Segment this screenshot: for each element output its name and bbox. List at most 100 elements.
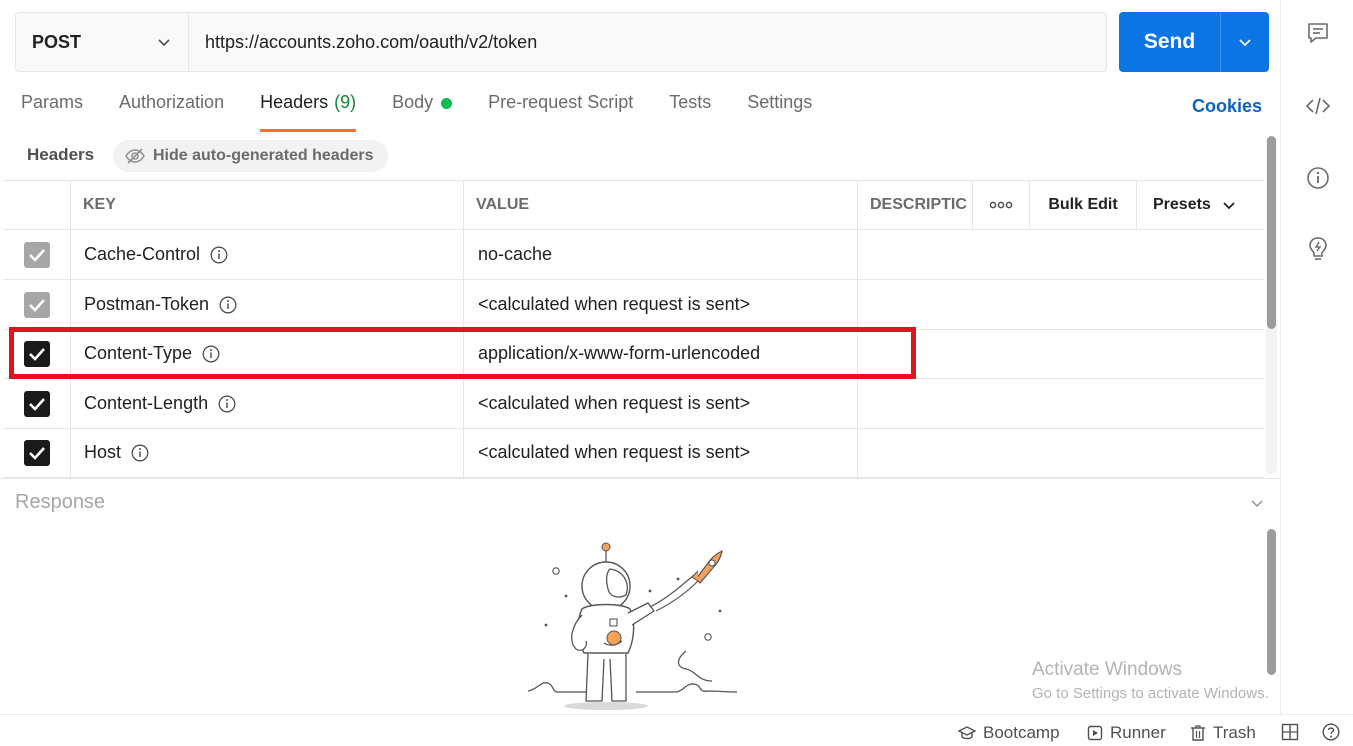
help-icon[interactable] (1322, 723, 1347, 741)
send-button-group: Send (1119, 12, 1269, 72)
tab-pre-request-script[interactable]: Pre-request Script (488, 92, 633, 132)
info-icon[interactable] (131, 444, 149, 462)
table-row: Postman-Token <calculated when request i… (3, 280, 1264, 330)
lightbulb-icon[interactable] (1305, 236, 1331, 262)
response-pane: Response Activate Windows Go to Settings… (0, 478, 1280, 714)
tab-label: Authorization (119, 92, 225, 112)
column-value: VALUE (464, 181, 858, 229)
column-description: DESCRIPTIC (858, 181, 973, 229)
cookies-link[interactable]: Cookies (1192, 96, 1262, 117)
tab-label: Tests (669, 92, 712, 112)
two-pane-icon[interactable] (1281, 723, 1306, 741)
chevron-down-icon (1239, 39, 1251, 47)
header-key: Host (84, 442, 122, 462)
code-icon[interactable] (1305, 93, 1331, 119)
more-icon (989, 201, 1013, 209)
scrollbar-thumb[interactable] (1267, 529, 1276, 675)
chevron-down-icon (1223, 202, 1235, 210)
headers-table: KEY VALUE DESCRIPTIC Bulk Edit Presets C… (3, 180, 1264, 478)
row-checkbox[interactable] (23, 291, 50, 318)
row-checkbox[interactable] (23, 241, 50, 268)
send-button[interactable]: Send (1119, 12, 1220, 72)
request-tabs: Params Authorization Headers (9) Body Pre… (21, 92, 848, 132)
header-value: application/x-www-form-urlencoded (478, 343, 761, 363)
table-header: KEY VALUE DESCRIPTIC Bulk Edit Presets (3, 180, 1264, 230)
activate-windows-watermark: Activate Windows Go to Settings to activ… (1032, 659, 1269, 702)
table-row: Content-Length <calculated when request … (3, 379, 1264, 429)
method-label: POST (32, 31, 82, 52)
column-key: KEY (71, 181, 464, 229)
tab-label: Pre-request Script (488, 92, 634, 112)
watermark-title: Activate Windows (1032, 659, 1182, 680)
header-value: <calculated when request is sent> (478, 294, 751, 314)
check-icon (28, 446, 45, 460)
tab-label: Headers (260, 92, 329, 112)
header-key: Content-Length (84, 393, 209, 413)
info-icon[interactable] (210, 246, 228, 264)
tab-body[interactable]: Body (392, 92, 453, 132)
right-sidebar (1280, 0, 1353, 714)
collapse-response-button[interactable] (1249, 495, 1265, 516)
bootcamp-icon (958, 726, 976, 740)
header-description (858, 230, 1264, 279)
tab-params[interactable]: Params (21, 92, 83, 132)
header-value: <calculated when request is sent> (478, 442, 751, 462)
header-value: <calculated when request is sent> (478, 393, 751, 413)
check-icon (28, 298, 45, 312)
presets-dropdown[interactable]: Presets (1137, 181, 1264, 229)
body-status-dot (441, 98, 453, 109)
hide-auto-headers-button[interactable]: Hide auto-generated headers (113, 140, 388, 172)
scrollbar-thumb[interactable] (1267, 136, 1276, 329)
table-row: Content-Type application/x-www-form-urle… (3, 329, 1264, 379)
info-icon[interactable] (219, 296, 237, 314)
table-row: Host <calculated when request is sent> (3, 428, 1264, 478)
response-title: Response (15, 491, 106, 513)
header-check-column (3, 181, 71, 229)
bulk-edit-button[interactable]: Bulk Edit (1030, 181, 1137, 229)
info-icon[interactable] (202, 345, 220, 363)
table-row: Cache-Control no-cache (3, 230, 1264, 280)
check-icon (28, 248, 45, 262)
runner-icon (1087, 725, 1103, 741)
comment-icon[interactable] (1305, 20, 1331, 46)
send-options-button[interactable] (1220, 12, 1269, 72)
header-description (858, 379, 1264, 428)
row-checkbox[interactable] (23, 390, 50, 417)
header-value: no-cache (478, 244, 553, 264)
tab-headers[interactable]: Headers (9) (260, 92, 357, 132)
eye-slash-icon (125, 148, 145, 164)
url-text: https://accounts.zoho.com/oauth/v2/token (205, 31, 538, 52)
check-icon (28, 397, 45, 411)
tab-authorization[interactable]: Authorization (119, 92, 224, 132)
tab-label: Body (392, 92, 434, 112)
trash-label: Trash (1213, 723, 1256, 742)
method-select[interactable]: POST (16, 13, 189, 71)
more-options-button[interactable] (973, 181, 1030, 229)
bootcamp-label: Bootcamp (983, 723, 1060, 742)
hide-auto-label: Hide auto-generated headers (153, 147, 374, 164)
header-key: Cache-Control (84, 244, 201, 264)
header-key: Postman-Token (84, 294, 210, 314)
runner-label: Runner (1110, 723, 1166, 742)
tab-tests[interactable]: Tests (669, 92, 711, 132)
header-description (858, 428, 1264, 477)
status-bar: Bootcamp Runner Trash (0, 714, 1353, 746)
presets-label: Presets (1153, 196, 1211, 213)
runner-button[interactable]: Runner (1087, 723, 1166, 743)
row-checkbox[interactable] (23, 340, 50, 367)
chevron-down-icon (1251, 500, 1263, 508)
info-icon[interactable] (1305, 165, 1331, 191)
trash-button[interactable]: Trash (1190, 723, 1256, 743)
check-icon (28, 347, 45, 361)
row-checkbox[interactable] (23, 439, 50, 466)
header-key: Content-Type (84, 343, 193, 363)
bootcamp-button[interactable]: Bootcamp (958, 723, 1060, 743)
info-icon[interactable] (218, 395, 236, 413)
watermark-subtitle: Go to Settings to activate Windows. (1032, 685, 1269, 702)
request-bar: POST https://accounts.zoho.com/oauth/v2/… (15, 12, 1107, 72)
headers-section-title: Headers (27, 145, 95, 164)
headers-scrollbar[interactable] (1266, 136, 1277, 474)
tab-label: Settings (747, 92, 813, 112)
url-input[interactable]: https://accounts.zoho.com/oauth/v2/token (189, 13, 1106, 71)
tab-settings[interactable]: Settings (747, 92, 812, 132)
